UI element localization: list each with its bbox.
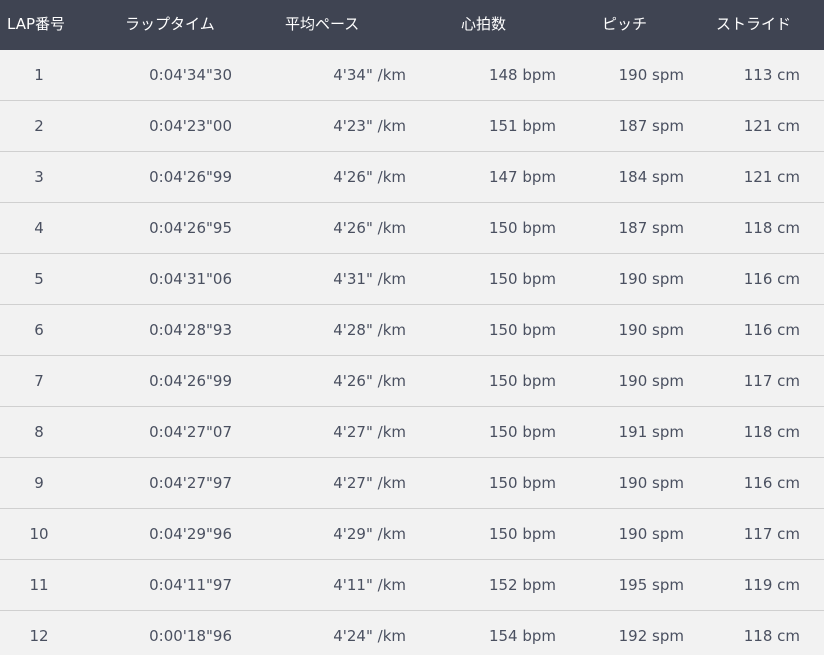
- cell-pitch: 195 spm: [618, 576, 684, 594]
- table-header: LAP番号 ラップタイム 平均ペース 心拍数 ピッチ ストライド: [0, 0, 824, 50]
- cell-pitch: 190 spm: [618, 525, 684, 543]
- table-row: 7 0:04'26"99 4'26" /km 150 bpm 190 spm 117 cm: [0, 356, 824, 407]
- cell-stride: 116 cm: [743, 270, 800, 288]
- cell-heart-rate: 148 bpm: [488, 66, 556, 84]
- cell-lap-number: 7: [34, 372, 44, 390]
- cell-average-pace: 4'11" /km: [333, 576, 406, 594]
- cell-lap-number: 2: [34, 117, 44, 135]
- table-row: 11 0:04'11"97 4'11" /km 152 bpm 195 spm 119 c…: [0, 560, 824, 611]
- cell-lap-number: 12: [29, 627, 49, 645]
- cell-pitch: 184 spm: [618, 168, 684, 186]
- cell-lap-time: 0:04'29"96: [149, 525, 232, 543]
- cell-lap-number: 3: [34, 168, 44, 186]
- cell-pitch: 191 spm: [618, 423, 684, 441]
- cell-lap-number: 1: [34, 66, 44, 84]
- table-row: 2 0:04'23"00 4'23" /km 151 bpm 187 spm 121 cm: [0, 101, 824, 152]
- cell-average-pace: 4'27" /km: [333, 474, 406, 492]
- table-row: 9 0:04'27"97 4'27" /km 150 bpm 190 spm 116 cm: [0, 458, 824, 509]
- cell-lap-number: 4: [34, 219, 44, 237]
- cell-stride: 116 cm: [743, 474, 800, 492]
- table-row: 5 0:04'31"06 4'31" /km 150 bpm 190 spm 116 cm: [0, 254, 824, 305]
- header-average-pace[interactable]: 平均ペース: [285, 0, 359, 50]
- cell-pitch: 190 spm: [618, 66, 684, 84]
- cell-stride: 113 cm: [743, 66, 800, 84]
- cell-heart-rate: 152 bpm: [488, 576, 556, 594]
- cell-lap-time: 0:00'18"96: [149, 627, 232, 645]
- cell-average-pace: 4'26" /km: [333, 219, 406, 237]
- cell-stride: 119 cm: [743, 576, 800, 594]
- table-body: 1 0:04'34"30 4'34" /km 148 bpm 190 spm 113 cm…: [0, 50, 824, 655]
- cell-pitch: 187 spm: [618, 219, 684, 237]
- cell-heart-rate: 150 bpm: [488, 525, 556, 543]
- cell-average-pace: 4'24" /km: [333, 627, 406, 645]
- header-pitch[interactable]: ピッチ: [602, 0, 647, 50]
- cell-average-pace: 4'31" /km: [333, 270, 406, 288]
- cell-lap-time: 0:04'26"99: [149, 168, 232, 186]
- cell-average-pace: 4'23" /km: [333, 117, 406, 135]
- cell-stride: 121 cm: [743, 117, 800, 135]
- cell-pitch: 190 spm: [618, 270, 684, 288]
- cell-heart-rate: 150 bpm: [488, 423, 556, 441]
- lap-table: LAP番号 ラップタイム 平均ペース 心拍数 ピッチ ストライド 1 0:04'3…: [0, 0, 824, 655]
- cell-heart-rate: 150 bpm: [488, 219, 556, 237]
- header-lap-number[interactable]: LAP番号: [7, 0, 65, 50]
- header-lap-time[interactable]: ラップタイム: [125, 0, 215, 50]
- cell-lap-number: 5: [34, 270, 44, 288]
- cell-average-pace: 4'29" /km: [333, 525, 406, 543]
- cell-average-pace: 4'26" /km: [333, 168, 406, 186]
- cell-lap-number: 11: [29, 576, 49, 594]
- cell-heart-rate: 154 bpm: [488, 627, 556, 645]
- cell-pitch: 190 spm: [618, 321, 684, 339]
- cell-stride: 117 cm: [743, 525, 800, 543]
- cell-stride: 116 cm: [743, 321, 800, 339]
- cell-average-pace: 4'28" /km: [333, 321, 406, 339]
- cell-lap-time: 0:04'31"06: [149, 270, 232, 288]
- cell-lap-time: 0:04'28"93: [149, 321, 232, 339]
- cell-lap-time: 0:04'23"00: [149, 117, 232, 135]
- cell-lap-number: 9: [34, 474, 44, 492]
- cell-stride: 118 cm: [743, 219, 800, 237]
- cell-stride: 121 cm: [743, 168, 800, 186]
- table-row: 12 0:00'18"96 4'24" /km 154 bpm 192 spm 118 c…: [0, 611, 824, 655]
- cell-pitch: 187 spm: [618, 117, 684, 135]
- cell-lap-time: 0:04'27"07: [149, 423, 232, 441]
- cell-heart-rate: 150 bpm: [488, 372, 556, 390]
- cell-lap-time: 0:04'34"30: [149, 66, 232, 84]
- cell-pitch: 190 spm: [618, 372, 684, 390]
- cell-pitch: 190 spm: [618, 474, 684, 492]
- cell-lap-time: 0:04'26"95: [149, 219, 232, 237]
- cell-pitch: 192 spm: [618, 627, 684, 645]
- cell-heart-rate: 150 bpm: [488, 270, 556, 288]
- header-heart-rate[interactable]: 心拍数: [461, 0, 506, 50]
- cell-lap-time: 0:04'27"97: [149, 474, 232, 492]
- cell-heart-rate: 150 bpm: [488, 474, 556, 492]
- table-row: 10 0:04'29"96 4'29" /km 150 bpm 190 spm 117 c…: [0, 509, 824, 560]
- cell-lap-number: 8: [34, 423, 44, 441]
- cell-heart-rate: 150 bpm: [488, 321, 556, 339]
- table-row: 3 0:04'26"99 4'26" /km 147 bpm 184 spm 121 cm: [0, 152, 824, 203]
- cell-heart-rate: 151 bpm: [488, 117, 556, 135]
- table-row: 6 0:04'28"93 4'28" /km 150 bpm 190 spm 116 cm: [0, 305, 824, 356]
- cell-average-pace: 4'26" /km: [333, 372, 406, 390]
- table-row: 1 0:04'34"30 4'34" /km 148 bpm 190 spm 113 cm: [0, 50, 824, 101]
- header-stride[interactable]: ストライド: [716, 0, 791, 50]
- cell-lap-time: 0:04'11"97: [149, 576, 232, 594]
- cell-average-pace: 4'27" /km: [333, 423, 406, 441]
- table-row: 4 0:04'26"95 4'26" /km 150 bpm 187 spm 118 cm: [0, 203, 824, 254]
- cell-stride: 117 cm: [743, 372, 800, 390]
- cell-lap-number: 10: [29, 525, 49, 543]
- cell-lap-number: 6: [34, 321, 44, 339]
- cell-average-pace: 4'34" /km: [333, 66, 406, 84]
- cell-lap-time: 0:04'26"99: [149, 372, 232, 390]
- cell-heart-rate: 147 bpm: [488, 168, 556, 186]
- cell-stride: 118 cm: [743, 627, 800, 645]
- table-row: 8 0:04'27"07 4'27" /km 150 bpm 191 spm 118 cm: [0, 407, 824, 458]
- cell-stride: 118 cm: [743, 423, 800, 441]
